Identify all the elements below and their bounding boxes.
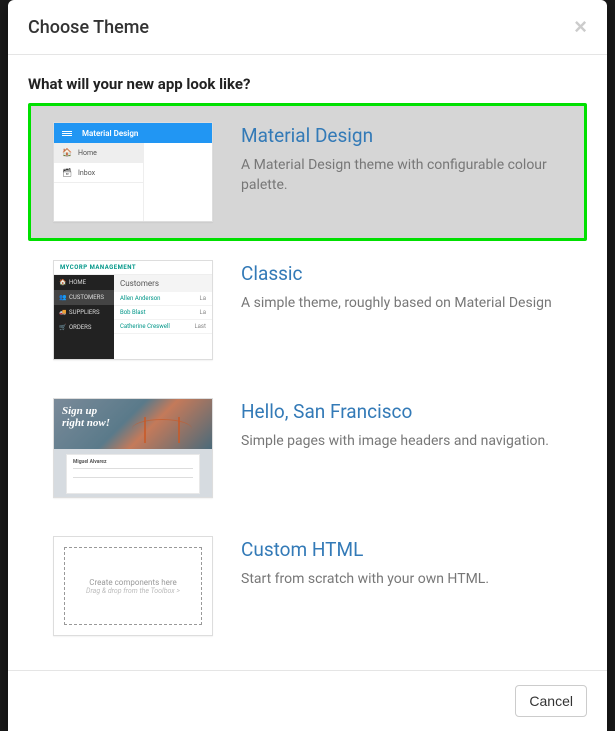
thumb-sidebar-item: 🏠HOME xyxy=(54,275,114,290)
thumb-sidebar-item: 🛒ORDERS xyxy=(54,320,114,335)
thumb-sidebar-label: Inbox xyxy=(78,169,95,177)
theme-name: Material Design xyxy=(241,124,562,147)
thumb-sidebar-item: 🏠 Home xyxy=(54,143,143,163)
theme-info: Classic A simple theme, roughly based on… xyxy=(241,260,562,313)
modal-footer: Cancel xyxy=(8,670,607,731)
home-icon: 🏠 xyxy=(59,279,65,286)
thumb-main: Customers Allen AndersonLa Bob BlastLa C… xyxy=(114,275,212,359)
customers-icon: 👥 xyxy=(59,294,65,301)
close-icon: × xyxy=(574,14,587,39)
thumb-dropzone-text: Create components here xyxy=(89,578,176,587)
theme-thumbnail: Material Design 🏠 Home 🗃 Inbox xyxy=(53,122,213,222)
hamburger-icon xyxy=(62,130,72,137)
modal-title: Choose Theme xyxy=(28,17,149,38)
thumb-hero: Sign up right now! xyxy=(54,399,212,449)
cancel-button[interactable]: Cancel xyxy=(515,685,587,717)
theme-name: Classic xyxy=(241,262,562,285)
home-icon: 🏠 xyxy=(62,148,70,157)
theme-info: Custom HTML Start from scratch with your… xyxy=(241,536,562,589)
theme-info: Hello, San Francisco Simple pages with i… xyxy=(241,398,562,451)
theme-description: Start from scratch with your own HTML. xyxy=(241,569,562,589)
thumb-sidebar-item: 👥CUSTOMERS xyxy=(54,290,114,305)
thumb-table-row: Allen AndersonLa xyxy=(114,292,212,306)
bridge-icon xyxy=(132,413,192,443)
theme-option-custom-html[interactable]: Create components here Drag & drop from … xyxy=(28,517,587,655)
theme-option-hello-san-francisco[interactable]: Sign up right now! Miguel Alvarez Hello,… xyxy=(28,379,587,517)
theme-description: A simple theme, roughly based on Materia… xyxy=(241,293,562,313)
theme-name: Custom HTML xyxy=(241,538,562,561)
choose-theme-modal: Choose Theme × What will your new app lo… xyxy=(8,0,607,731)
modal-header: Choose Theme × xyxy=(8,0,607,55)
theme-thumbnail: Create components here Drag & drop from … xyxy=(53,536,213,636)
inbox-icon: 🗃 xyxy=(62,168,70,177)
theme-name: Hello, San Francisco xyxy=(241,400,562,423)
theme-description: Simple pages with image headers and navi… xyxy=(241,431,562,451)
orders-icon: 🛒 xyxy=(59,324,65,331)
theme-option-material-design[interactable]: Material Design 🏠 Home 🗃 Inbox Material … xyxy=(28,103,587,241)
close-button[interactable]: × xyxy=(574,16,587,38)
thumb-hero-text: Sign up right now! xyxy=(62,405,110,429)
thumb-dropzone: Create components here Drag & drop from … xyxy=(64,547,202,625)
thumb-sidebar-label: Home xyxy=(78,149,97,157)
thumb-sidebar-item: 🚚SUPPLIERS xyxy=(54,305,114,320)
thumb-topbar: Material Design xyxy=(54,123,212,143)
thumb-sidebar-item: 🗃 Inbox xyxy=(54,163,143,183)
theme-thumbnail: Sign up right now! Miguel Alvarez xyxy=(53,398,213,498)
suppliers-icon: 🚚 xyxy=(59,309,65,316)
thumb-body: 🏠HOME 👥CUSTOMERS 🚚SUPPLIERS 🛒ORDERS Cust… xyxy=(54,275,212,359)
thumb-form: Miguel Alvarez xyxy=(66,454,200,494)
theme-thumbnail: MYCORP MANAGEMENT 🏠HOME 👥CUSTOMERS 🚚SUPP… xyxy=(53,260,213,360)
prompt-text: What will your new app look like? xyxy=(28,75,587,93)
thumb-form-label: Miguel Alvarez xyxy=(73,459,193,465)
thumb-dropzone-hint: Drag & drop from the Toolbox > xyxy=(86,587,180,595)
theme-info: Material Design A Material Design theme … xyxy=(241,122,562,196)
thumb-table-row: Catherine CreswellLast xyxy=(114,320,212,334)
modal-body: What will your new app look like? Materi… xyxy=(8,55,607,670)
thumb-topbar-label: Material Design xyxy=(82,129,138,138)
thumb-sidebar: 🏠HOME 👥CUSTOMERS 🚚SUPPLIERS 🛒ORDERS xyxy=(54,275,114,359)
thumb-brand: MYCORP MANAGEMENT xyxy=(54,261,212,275)
thumb-main-heading: Customers xyxy=(114,275,212,292)
thumb-table-row: Bob BlastLa xyxy=(114,306,212,320)
theme-description: A Material Design theme with configurabl… xyxy=(241,155,562,196)
theme-option-classic[interactable]: MYCORP MANAGEMENT 🏠HOME 👥CUSTOMERS 🚚SUPP… xyxy=(28,241,587,379)
thumb-sidebar: 🏠 Home 🗃 Inbox xyxy=(54,143,144,221)
